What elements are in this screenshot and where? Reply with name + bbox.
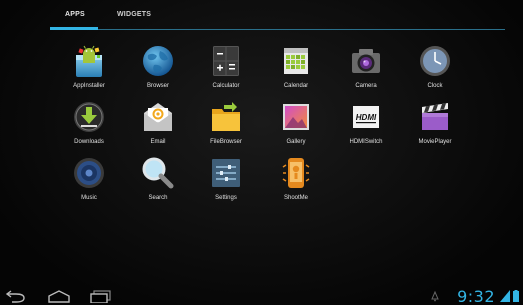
app-music[interactable]: Music xyxy=(59,155,119,215)
app-label: Email xyxy=(150,139,166,145)
app-settings[interactable]: Settings xyxy=(196,155,256,215)
gallery-icon xyxy=(283,104,309,130)
tab-bar: APPS WIDGETS xyxy=(50,0,505,31)
clock-icon xyxy=(420,46,450,76)
globe-icon xyxy=(143,46,173,76)
app-label: Gallery xyxy=(286,139,306,145)
app-downloads[interactable]: Downloads xyxy=(59,99,119,159)
tab-widgets[interactable]: WIDGETS xyxy=(117,11,151,18)
wifi-signal-icon[interactable] xyxy=(500,290,510,302)
app-label: Search xyxy=(148,195,168,201)
tab-selected-indicator xyxy=(50,27,98,30)
magnifier-icon xyxy=(142,157,174,189)
app-filebrowser[interactable]: FileBrowser xyxy=(196,99,256,159)
app-search[interactable]: Search xyxy=(128,155,188,215)
app-shootme[interactable]: ShootMe xyxy=(266,155,326,215)
app-browser[interactable]: Browser xyxy=(128,43,188,103)
calculator-icon xyxy=(213,46,239,76)
calendar-icon xyxy=(284,48,308,74)
app-appinstaller[interactable]: AppInstaller xyxy=(59,43,119,103)
folder-icon xyxy=(212,102,240,131)
app-label: ShootMe xyxy=(283,195,308,201)
clapperboard-icon xyxy=(422,103,448,130)
app-gallery[interactable]: Gallery xyxy=(266,99,326,159)
app-label: Clock xyxy=(427,83,443,89)
app-label: Settings xyxy=(215,195,237,201)
app-label: FileBrowser xyxy=(210,139,242,145)
app-label: Camera xyxy=(355,83,377,89)
app-camera[interactable]: Camera xyxy=(336,43,396,103)
app-movieplayer[interactable]: MoviePlayer xyxy=(405,99,465,159)
app-calculator[interactable]: Calculator xyxy=(196,43,256,103)
app-label: Calculator xyxy=(212,83,240,89)
camera-icon xyxy=(352,49,380,73)
download-icon xyxy=(74,102,104,132)
app-drawer: APPS WIDGETS AppInstaller Browser Calcul… xyxy=(0,0,523,305)
android-installer-icon xyxy=(76,45,102,77)
system-nav-bar: 9:32 xyxy=(0,287,523,305)
recent-apps-icon[interactable] xyxy=(88,289,114,303)
speaker-icon xyxy=(74,158,104,188)
app-label: Calendar xyxy=(283,83,309,89)
app-label: MoviePlayer xyxy=(418,139,452,145)
back-icon[interactable] xyxy=(4,289,30,303)
app-label: AppInstaller xyxy=(73,83,105,89)
sliders-icon xyxy=(212,159,240,187)
battery-icon[interactable] xyxy=(512,290,520,302)
tab-divider xyxy=(50,29,505,30)
app-label: Music xyxy=(81,195,97,201)
email-icon xyxy=(144,103,172,131)
tab-apps[interactable]: APPS xyxy=(65,11,85,18)
app-calendar[interactable]: Calendar xyxy=(266,43,326,103)
hdmi-logo-text: HDMI xyxy=(356,113,377,122)
status-clock[interactable]: 9:32 xyxy=(457,287,495,305)
app-clock[interactable]: Clock xyxy=(405,43,465,103)
app-label: Downloads xyxy=(74,139,104,145)
shootme-icon xyxy=(282,158,310,188)
app-email[interactable]: Email xyxy=(128,99,188,159)
app-label: Browser xyxy=(146,83,169,89)
app-hdmiswitch[interactable]: HDMI HDMISwitch xyxy=(336,99,396,159)
hdmi-icon: HDMI xyxy=(353,106,379,128)
app-label: HDMISwitch xyxy=(349,139,383,145)
home-icon[interactable] xyxy=(46,289,72,303)
notification-icon[interactable] xyxy=(430,290,440,302)
